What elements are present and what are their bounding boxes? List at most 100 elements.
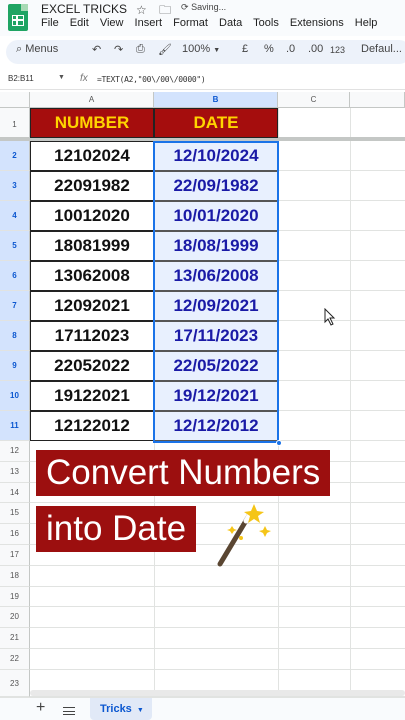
row-header[interactable]: 23 <box>0 669 30 697</box>
title-bar: EXCEL TRICKS ☆ 🗀 ⟳ Saving... File Edit V… <box>0 0 405 36</box>
cell-number[interactable]: 13062008 <box>30 261 154 291</box>
row-header[interactable]: 13 <box>0 461 30 483</box>
caption-line-2: into Date <box>36 506 197 552</box>
grid-line <box>30 585 405 587</box>
row-header[interactable]: 3 <box>0 171 30 201</box>
saving-status: ⟳ Saving... <box>181 2 227 12</box>
name-box[interactable]: B2:B11 <box>8 74 34 83</box>
menu-tools[interactable]: Tools <box>253 17 279 29</box>
fx-icon: fx <box>80 73 88 84</box>
grid-line <box>30 668 405 670</box>
sheets-logo-icon[interactable] <box>8 4 28 31</box>
print-icon[interactable]: ⎙ <box>136 43 145 56</box>
row-header[interactable]: 10 <box>0 381 30 411</box>
cell-date[interactable]: 10/01/2020 <box>154 201 278 231</box>
row-header[interactable]: 16 <box>0 524 30 545</box>
currency-button[interactable]: £ <box>242 43 248 55</box>
search-menus-button[interactable]: ⌕ Menus <box>16 43 58 56</box>
zoom-select[interactable]: 100% ▼ <box>182 43 220 55</box>
paint-format-icon[interactable]: 🖌 <box>158 43 172 56</box>
cell-number[interactable]: 18081999 <box>30 231 154 261</box>
row-header[interactable]: 21 <box>0 628 30 649</box>
row-header[interactable]: 15 <box>0 503 30 525</box>
cell-number[interactable]: 22052022 <box>30 351 154 381</box>
sheet-tab-active[interactable]: Tricks ▼ <box>90 698 152 720</box>
cell-number[interactable]: 10012020 <box>30 201 154 231</box>
menu-file[interactable]: File <box>41 17 59 29</box>
row-header[interactable]: 7 <box>0 291 30 321</box>
cell-number[interactable]: 12092021 <box>30 291 154 321</box>
cell-date[interactable]: 17/11/2023 <box>154 321 278 351</box>
grid-line <box>278 108 279 697</box>
document-title[interactable]: EXCEL TRICKS <box>41 2 127 16</box>
magic-wand-icon <box>217 504 271 567</box>
grid-line <box>30 606 405 608</box>
row-header[interactable]: 17 <box>0 545 30 566</box>
decrease-decimal-button[interactable]: .0 <box>286 43 295 55</box>
mouse-pointer-icon <box>324 308 336 326</box>
cell-date[interactable]: 22/09/1982 <box>154 171 278 201</box>
cell-date[interactable]: 12/09/2021 <box>154 291 278 321</box>
move-folder-icon[interactable]: 🗀 <box>159 3 171 17</box>
star-icon[interactable]: ☆ <box>136 3 147 17</box>
fill-handle[interactable] <box>276 440 282 446</box>
cell-number[interactable]: 12102024 <box>30 141 154 171</box>
undo-icon[interactable]: ↶ <box>92 43 101 56</box>
row-header[interactable]: 8 <box>0 321 30 351</box>
cell-number[interactable]: 22091982 <box>30 171 154 201</box>
cell-number[interactable]: 17112023 <box>30 321 154 351</box>
increase-decimal-button[interactable]: .00 <box>308 43 323 55</box>
row-header[interactable]: 9 <box>0 351 30 381</box>
row-header[interactable]: 5 <box>0 231 30 261</box>
row-header[interactable]: 12 <box>0 441 30 462</box>
formula-input[interactable]: =TEXT(A2,"00\/00\/0000") <box>97 75 206 84</box>
all-sheets-icon[interactable] <box>63 707 75 715</box>
cell-number[interactable]: 19122021 <box>30 381 154 411</box>
menu-extensions[interactable]: Extensions <box>290 17 344 29</box>
header-cell-date[interactable]: DATE <box>154 108 278 138</box>
sheet-grid[interactable]: A B C 1 2 3 4 5 6 7 8 9 10 11 12 13 14 15 16 17 18 19 20 21 22 23… <box>0 92 405 697</box>
row-header[interactable]: 19 <box>0 586 30 608</box>
row-header[interactable]: 18 <box>0 565 30 587</box>
column-header[interactable]: C <box>278 92 350 108</box>
menu-edit[interactable]: Edit <box>70 17 89 29</box>
row-header[interactable]: 11 <box>0 411 30 441</box>
add-sheet-icon[interactable]: + <box>36 699 45 717</box>
menu-bar: File Edit View Insert Format Data Tools … <box>41 17 385 29</box>
toolbar: ⌕ Menus ↶ ↷ ⎙ 🖌 100% ▼ £ % .0 .00 123 De… <box>6 40 405 64</box>
sync-icon: ⟳ <box>181 2 189 12</box>
percent-button[interactable]: % <box>264 43 274 55</box>
number-format-button[interactable]: 123 <box>330 45 345 55</box>
cell-date[interactable]: 13/06/2008 <box>154 261 278 291</box>
redo-icon[interactable]: ↷ <box>114 43 123 56</box>
header-cell-number[interactable]: NUMBER <box>30 108 154 138</box>
menu-help[interactable]: Help <box>355 17 378 29</box>
horizontal-scrollbar[interactable] <box>30 690 405 696</box>
grid-line <box>350 108 351 697</box>
menu-format[interactable]: Format <box>173 17 208 29</box>
column-header-empty[interactable] <box>350 92 405 108</box>
cell-date[interactable]: 12/10/2024 <box>154 141 278 171</box>
font-select[interactable]: Defaul... <box>361 43 402 55</box>
menu-insert[interactable]: Insert <box>135 17 163 29</box>
column-header[interactable]: A <box>30 92 154 108</box>
column-header[interactable]: B <box>154 92 278 108</box>
name-box-dropdown-icon[interactable]: ▼ <box>58 74 65 81</box>
cell-date[interactable]: 18/08/1999 <box>154 231 278 261</box>
menu-view[interactable]: View <box>100 17 124 29</box>
select-all-corner[interactable] <box>0 92 30 108</box>
sheet-tabs-bar: + Tricks ▼ <box>0 697 405 720</box>
formula-bar: B2:B11 ▼ fx =TEXT(A2,"00\/00\/0000") <box>0 70 405 90</box>
menu-data[interactable]: Data <box>219 17 242 29</box>
row-header[interactable]: 6 <box>0 261 30 291</box>
row-header[interactable]: 14 <box>0 482 30 504</box>
row-header[interactable]: 2 <box>0 141 30 171</box>
cell-date[interactable]: 22/05/2022 <box>154 351 278 381</box>
row-header[interactable]: 4 <box>0 201 30 231</box>
cell-date[interactable]: 19/12/2021 <box>154 381 278 411</box>
row-header[interactable]: 20 <box>0 607 30 629</box>
grid-line <box>30 627 405 629</box>
row-header[interactable]: 22 <box>0 649 30 670</box>
cell-date[interactable]: 12/12/2012 <box>154 411 278 441</box>
cell-number[interactable]: 12122012 <box>30 411 154 441</box>
